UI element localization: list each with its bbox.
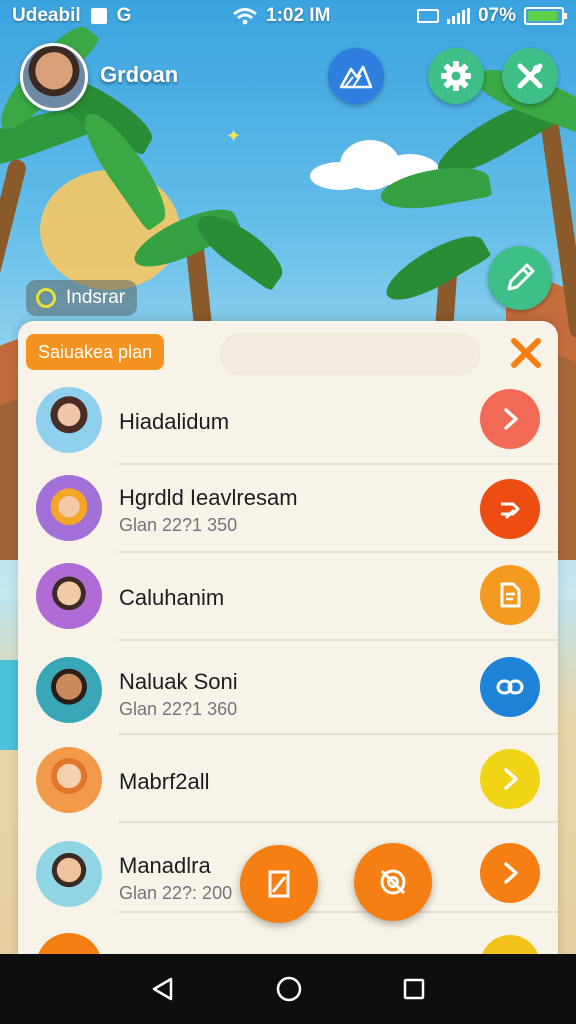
data-icon <box>416 9 439 23</box>
clock: 1:02 IM <box>266 5 331 26</box>
contact-row[interactable]: Caluhanim <box>18 553 558 641</box>
contact-action-button[interactable] <box>480 479 540 539</box>
contact-name: Naluak Soni <box>119 669 238 694</box>
map-button[interactable] <box>328 48 384 104</box>
edit-button[interactable] <box>488 246 552 310</box>
sparkle-icon: ✦ <box>226 126 242 146</box>
username: Grdoan <box>100 62 179 87</box>
close-button[interactable] <box>506 333 546 373</box>
contact-avatar <box>36 563 102 629</box>
contact-name: Hiadalidum <box>119 409 230 434</box>
status-bar: Udeabil G 1:02 IM 07% <box>0 0 576 32</box>
document-icon <box>500 582 521 608</box>
search-input[interactable] <box>220 333 480 375</box>
link-icon <box>496 679 524 695</box>
battery-icon <box>524 7 567 25</box>
share-icon <box>501 502 520 520</box>
notification-glyph: G <box>116 5 132 26</box>
contact-name: Mabrf2all <box>119 769 210 794</box>
contact-action-button[interactable] <box>480 843 540 903</box>
contact-action-button[interactable] <box>480 749 540 809</box>
contact-action-button[interactable] <box>480 565 540 625</box>
contact-subtitle: Glan 22?1 360 <box>119 699 238 719</box>
battery-percent: 07% <box>477 5 516 26</box>
sun-decoration <box>40 170 180 290</box>
close-icon <box>511 338 541 368</box>
contact-avatar <box>36 841 102 907</box>
plan-badge[interactable]: Saiuakea plan <box>26 334 165 370</box>
edit-note-icon <box>268 870 290 898</box>
pencil-icon <box>507 263 535 291</box>
signal-icon <box>446 8 470 24</box>
contact-subtitle: Glan 22?: 200 <box>119 883 233 903</box>
contact-name: Caluhanim <box>119 585 225 610</box>
recents-icon[interactable] <box>402 977 426 1001</box>
tools-button[interactable] <box>502 48 558 104</box>
contact-row[interactable]: Mabrf2all <box>18 735 558 823</box>
wifi-icon <box>233 8 257 25</box>
chevron-right-icon <box>504 408 518 430</box>
contact-avatar <box>36 475 102 541</box>
contact-name: Manadlra <box>119 853 211 878</box>
contact-row[interactable]: Hgrdld Ieavlresam Glan 22?1 350 <box>18 465 558 553</box>
status-indicator[interactable]: Indsrar <box>26 280 138 316</box>
home-icon[interactable] <box>275 975 303 1003</box>
camera-off-icon <box>380 869 406 895</box>
indicator-label: Indsrar <box>66 287 126 308</box>
gear-icon <box>441 61 471 91</box>
contact-action-button[interactable] <box>480 389 540 449</box>
status-dot-icon <box>36 288 56 308</box>
contact-avatar <box>36 747 102 813</box>
camera-fab[interactable] <box>354 843 432 921</box>
notification-icon <box>90 8 107 24</box>
chevron-right-icon <box>504 862 518 884</box>
contact-subtitle: Glan 22?1 350 <box>119 515 238 535</box>
contact-row[interactable]: Hiadalidum <box>18 377 558 465</box>
back-icon[interactable] <box>150 976 176 1002</box>
contact-action-button[interactable] <box>480 657 540 717</box>
chevron-right-icon <box>504 768 518 790</box>
contact-avatar <box>36 387 102 453</box>
compose-fab[interactable] <box>240 845 318 923</box>
map-icon <box>339 65 373 89</box>
profile-avatar[interactable] <box>20 43 88 111</box>
settings-button[interactable] <box>428 48 484 104</box>
carrier-label: Udeabil <box>12 5 81 26</box>
contact-name: Hgrdld Ieavlresam <box>119 485 298 510</box>
contact-avatar <box>36 657 102 723</box>
tools-icon <box>517 63 543 89</box>
system-nav-bar <box>0 954 576 1024</box>
contact-row[interactable]: Naluak Soni Glan 22?1 360 <box>18 641 558 735</box>
